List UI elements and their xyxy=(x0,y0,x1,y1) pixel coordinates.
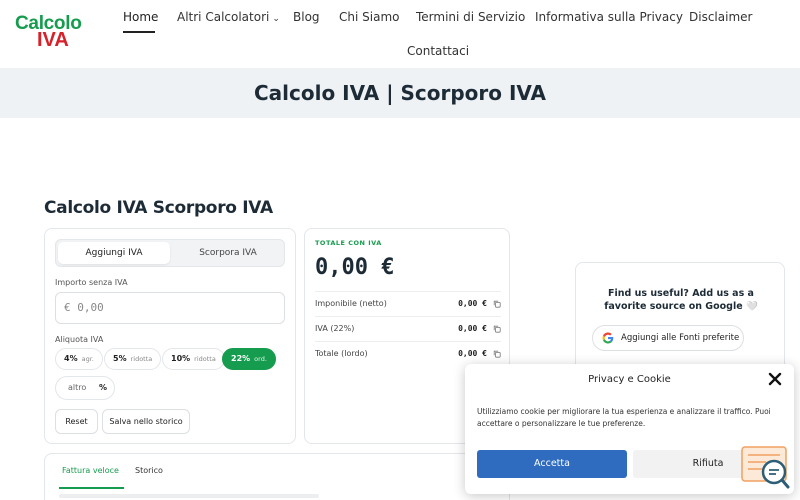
tab-storico[interactable]: Storico xyxy=(135,466,163,475)
google-source-card: Find us useful? Add us as a favorite sou… xyxy=(575,262,785,372)
result-row-value: 0,00 € xyxy=(458,349,487,358)
result-row-totale: Totale (lordo) 0,00 € xyxy=(315,341,501,366)
copy-icon[interactable] xyxy=(493,350,501,358)
page-banner: Calcolo IVA | Scorporo IVA xyxy=(0,68,800,118)
results-title: TOTALE CON IVA xyxy=(315,239,382,247)
page-title: Calcolo IVA | Scorporo IVA xyxy=(254,81,546,105)
main-nav: Home Altri Calcolatori ⌄ Blog Chi Siamo T… xyxy=(0,0,800,68)
cookie-accept-button[interactable]: Accetta xyxy=(477,450,627,478)
nav-privacy[interactable]: Informativa sulla Privacy xyxy=(535,10,683,24)
rate-chip-value: 22% xyxy=(231,354,251,363)
other-rate-placeholder: altro xyxy=(68,383,87,392)
rate-label: Aliquota IVA xyxy=(55,335,104,344)
result-row-iva: IVA (22%) 0,00 € xyxy=(315,316,501,341)
section-title: Calcolo IVA Scorporo IVA xyxy=(44,198,273,218)
nav-altri-calcolatori-label: Altri Calcolatori xyxy=(177,10,270,24)
cookie-settings-icon[interactable] xyxy=(740,445,792,490)
google-source-text: Find us useful? Add us as a favorite sou… xyxy=(604,288,758,312)
nav-altri-calcolatori[interactable]: Altri Calcolatori ⌄ xyxy=(177,10,280,24)
result-row-value: 0,00 € xyxy=(458,324,487,333)
rate-chip-value: 5% xyxy=(113,354,127,363)
rate-chip-value: 10% xyxy=(171,354,191,363)
nav-active-indicator xyxy=(123,31,155,33)
site-header: Calcolo IVA Home Altri Calcolatori ⌄ Blog… xyxy=(0,0,800,68)
tools-card: Fattura veloce Storico xyxy=(44,453,510,500)
result-row-imponibile: Imponibile (netto) 0,00 € xyxy=(315,291,501,316)
other-rate-suffix: % xyxy=(98,383,107,392)
rate-chip-note: ridotta xyxy=(130,355,153,363)
nav-home[interactable]: Home xyxy=(123,10,158,24)
tab-fattura-veloce[interactable]: Fattura veloce xyxy=(62,466,119,475)
mode-aggiungi-iva[interactable]: Aggiungi IVA xyxy=(58,242,170,264)
rate-chip-10[interactable]: 10% ridotta xyxy=(162,348,225,370)
copy-icon[interactable] xyxy=(493,300,501,308)
rate-chip-5[interactable]: 5% ridotta xyxy=(104,348,162,370)
nav-disclaimer[interactable]: Disclaimer xyxy=(689,10,752,24)
chevron-down-icon: ⌄ xyxy=(272,14,280,24)
add-google-source-button[interactable]: Aggiungi alle Fonti preferite xyxy=(592,325,744,351)
mode-scorpora-iva[interactable]: Scorpora IVA xyxy=(172,242,284,264)
nav-contattaci[interactable]: Contattaci xyxy=(407,44,469,58)
calculator-card: Aggiungi IVA Scorpora IVA Importo senza … xyxy=(44,228,296,444)
amount-label: Importo senza IVA xyxy=(55,278,128,287)
copy-icon[interactable] xyxy=(493,325,501,333)
add-google-source-label: Aggiungi alle Fonti preferite xyxy=(621,333,740,343)
rate-chip-note: agr. xyxy=(81,355,94,363)
result-row-label: IVA (22%) xyxy=(315,324,355,333)
rate-chip-value: 4% xyxy=(64,354,78,363)
rate-chip-note: ord. xyxy=(254,355,267,363)
other-rate-input[interactable]: altro % xyxy=(55,376,115,400)
amount-input[interactable]: € 0,00 xyxy=(55,292,285,324)
rate-chip-22[interactable]: 22% ord. xyxy=(222,348,276,370)
reset-button[interactable]: Reset xyxy=(55,409,98,434)
result-row-label: Imponibile (netto) xyxy=(315,299,387,308)
rate-chip-note: ridotta xyxy=(194,355,216,363)
close-icon[interactable] xyxy=(768,372,782,386)
nav-chi-siamo[interactable]: Chi Siamo xyxy=(339,10,399,24)
nav-termini[interactable]: Termini di Servizio xyxy=(416,10,525,24)
save-history-button[interactable]: Salva nello storico xyxy=(102,409,190,434)
result-row-label: Totale (lordo) xyxy=(315,349,368,358)
cookie-description: Utilizziamo cookie per migliorare la tua… xyxy=(477,407,771,428)
cookie-title: Privacy e Cookie xyxy=(588,374,671,385)
results-total: 0,00 € xyxy=(315,255,395,280)
tab-content-placeholder xyxy=(59,494,319,498)
result-row-value: 0,00 € xyxy=(458,299,487,308)
mode-toggle: Aggiungi IVA Scorpora IVA xyxy=(55,239,285,267)
rate-chip-4[interactable]: 4% agr. xyxy=(55,348,103,370)
tab-active-indicator xyxy=(59,487,124,489)
google-logo-icon xyxy=(602,332,614,344)
nav-blog[interactable]: Blog xyxy=(293,10,320,24)
